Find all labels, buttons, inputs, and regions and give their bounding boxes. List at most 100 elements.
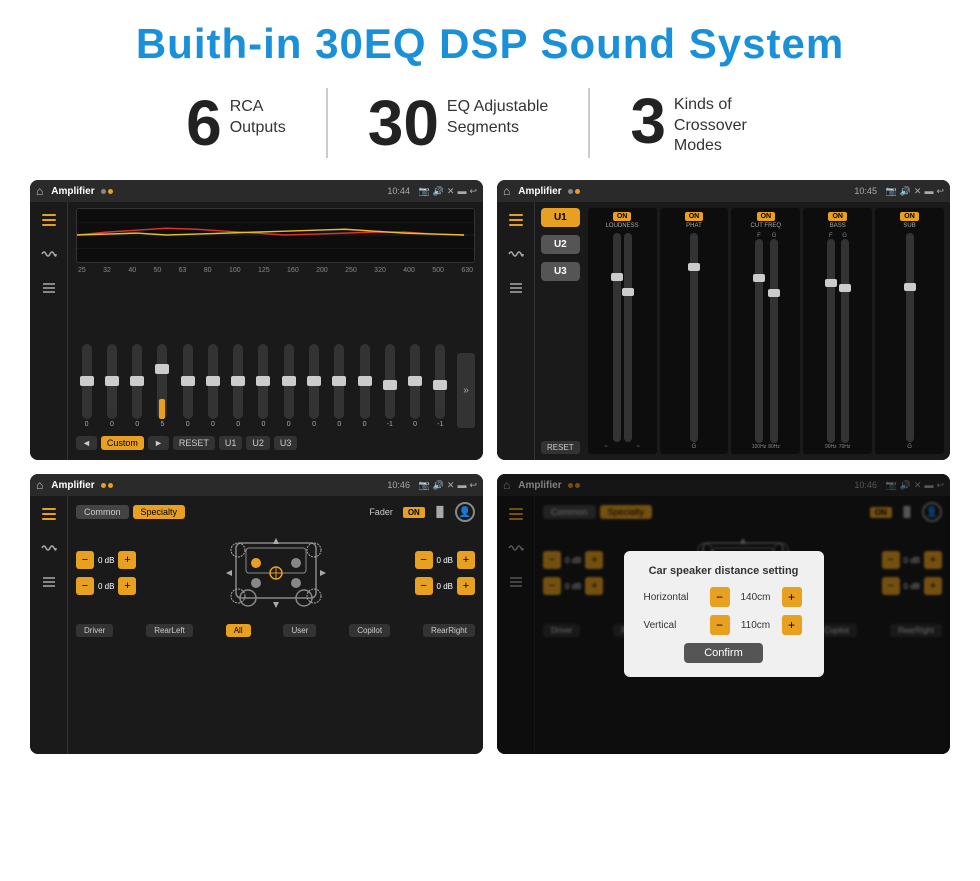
all-btn[interactable]: All bbox=[226, 624, 251, 637]
speaker-layout: − 0 dB + − 0 dB + bbox=[76, 528, 475, 618]
eq-slider-6[interactable]: 0 bbox=[228, 344, 249, 428]
vertical-minus-btn[interactable]: − bbox=[710, 615, 730, 635]
phat-slider[interactable] bbox=[690, 233, 698, 442]
eq-slider-11[interactable]: 0 bbox=[354, 344, 375, 428]
cutfreq-slider-g[interactable] bbox=[770, 239, 778, 443]
back-icon: ↩ bbox=[469, 186, 477, 197]
eq-fill bbox=[159, 399, 165, 419]
eq-forward-btn[interactable]: » bbox=[457, 353, 475, 428]
loudness-slider-2[interactable] bbox=[624, 233, 632, 442]
fader-label: Fader bbox=[369, 507, 393, 517]
eq-slider-10[interactable]: 0 bbox=[329, 344, 350, 428]
sub-slider[interactable] bbox=[906, 233, 914, 442]
camera-icon-2: 📷 bbox=[885, 186, 896, 197]
crossover-main-content: U1 U2 U3 RESET ON LOUDNESS bbox=[535, 202, 950, 460]
cross-reset-btn[interactable]: RESET bbox=[541, 441, 580, 454]
eq-slider-0[interactable]: 0 bbox=[76, 344, 97, 428]
vol-plus-fr[interactable]: + bbox=[457, 551, 475, 569]
bass-slider-f[interactable] bbox=[827, 239, 835, 443]
eq-slider-14[interactable]: -1 bbox=[430, 344, 451, 428]
fader-filter-icon[interactable] bbox=[39, 504, 59, 524]
copilot-btn[interactable]: Copilot bbox=[349, 624, 390, 637]
horizontal-minus-btn[interactable]: − bbox=[710, 587, 730, 607]
common-tab[interactable]: Common bbox=[76, 505, 129, 519]
bass-slider-g[interactable] bbox=[841, 239, 849, 443]
eq-slider-1[interactable]: 0 bbox=[101, 344, 122, 428]
fader-on-toggle[interactable]: ON bbox=[403, 507, 425, 518]
eq-custom-btn[interactable]: Custom bbox=[101, 436, 144, 450]
eq-slider-12[interactable]: -1 bbox=[379, 344, 400, 428]
cutfreq-thumb-f bbox=[753, 274, 765, 282]
user-btn[interactable]: User bbox=[283, 624, 316, 637]
speaker-distance-dialog: Car speaker distance setting Horizontal … bbox=[624, 551, 824, 677]
fader-bars: ▐▌ bbox=[433, 507, 447, 518]
eq-slider-5[interactable]: 0 bbox=[202, 344, 223, 428]
vertical-plus-btn[interactable]: + bbox=[782, 615, 802, 635]
stat-eq-number: 30 bbox=[368, 91, 439, 155]
sub-on[interactable]: ON bbox=[900, 212, 919, 221]
eq-slider-3[interactable]: 5 bbox=[152, 344, 173, 428]
cross-arrows-icon[interactable] bbox=[506, 278, 526, 298]
specialty-tab[interactable]: Specialty bbox=[133, 505, 186, 519]
fader-screen-title: Amplifier bbox=[51, 480, 94, 491]
cross-filter-icon[interactable] bbox=[506, 210, 526, 230]
u2-btn[interactable]: U2 bbox=[541, 235, 580, 254]
fader-person-icon[interactable]: 👤 bbox=[455, 502, 475, 522]
eq-u2-btn[interactable]: U2 bbox=[246, 436, 270, 450]
distance-screen-card: ⌂ Amplifier 10:46 📷 🔊 ✕ ▬ ↩ bbox=[497, 474, 950, 754]
vol-minus-rl[interactable]: − bbox=[76, 577, 94, 595]
stat-rca-label: RCA Outputs bbox=[230, 97, 286, 139]
cutfreq-label: CUT FREQ bbox=[751, 223, 782, 229]
vol-row-left-2: − 0 dB + bbox=[76, 577, 136, 595]
loudness-thumb-2 bbox=[622, 288, 634, 296]
eq-reset-btn[interactable]: RESET bbox=[173, 436, 215, 450]
eq-slider-4[interactable]: 0 bbox=[177, 344, 198, 428]
bass-panel: ON BASS F 90Hz bbox=[803, 208, 872, 454]
u3-btn[interactable]: U3 bbox=[541, 262, 580, 281]
eq-wave-icon[interactable] bbox=[39, 244, 59, 264]
cutfreq-on[interactable]: ON bbox=[757, 212, 776, 221]
eq-arrows-icon[interactable] bbox=[39, 278, 59, 298]
fader-arrows-icon[interactable] bbox=[39, 572, 59, 592]
eq-slider-8[interactable]: 0 bbox=[278, 344, 299, 428]
u1-btn[interactable]: U1 bbox=[541, 208, 580, 227]
vol-minus-fr[interactable]: − bbox=[415, 551, 433, 569]
fader-wave-icon[interactable] bbox=[39, 538, 59, 558]
eq-filter-icon[interactable] bbox=[39, 210, 59, 230]
driver-btn[interactable]: Driver bbox=[76, 624, 113, 637]
eq-u1-btn[interactable]: U1 bbox=[219, 436, 243, 450]
cross-wave-icon[interactable] bbox=[506, 244, 526, 264]
sub-label: SUB bbox=[903, 223, 915, 229]
vol-plus-rl[interactable]: + bbox=[118, 577, 136, 595]
rearright-btn[interactable]: RearRight bbox=[423, 624, 475, 637]
crossover-sidebar bbox=[497, 202, 535, 460]
vol-minus-rr[interactable]: − bbox=[415, 577, 433, 595]
loudness-on[interactable]: ON bbox=[613, 212, 632, 221]
horizontal-plus-btn[interactable]: + bbox=[782, 587, 802, 607]
vol-plus-fl[interactable]: + bbox=[118, 551, 136, 569]
loudness-slider-1[interactable] bbox=[613, 233, 621, 442]
vol-val-fl: 0 dB bbox=[98, 556, 114, 565]
cutfreq-slider-f[interactable] bbox=[755, 239, 763, 443]
bass-on[interactable]: ON bbox=[828, 212, 847, 221]
eq-slider-9[interactable]: 0 bbox=[303, 344, 324, 428]
eq-prev-btn[interactable]: ◄ bbox=[76, 436, 97, 450]
eq-slider-7[interactable]: 0 bbox=[253, 344, 274, 428]
eq-slider-13[interactable]: 0 bbox=[404, 344, 425, 428]
eq-play-btn[interactable]: ► bbox=[148, 436, 169, 450]
stat-eq-label: EQ Adjustable Segments bbox=[447, 97, 548, 139]
rearleft-btn[interactable]: RearLeft bbox=[146, 624, 193, 637]
bass-thumb-g bbox=[839, 284, 851, 292]
x-icon-2: ✕ bbox=[914, 186, 922, 197]
vol-minus-fl[interactable]: − bbox=[76, 551, 94, 569]
stat-crossover-label: Kinds of Crossover Modes bbox=[674, 95, 794, 157]
phat-on[interactable]: ON bbox=[685, 212, 704, 221]
eq-u3-btn[interactable]: U3 bbox=[274, 436, 298, 450]
fader-status-bar: ⌂ Amplifier 10:46 📷 🔊 ✕ ▬ ↩ bbox=[30, 474, 483, 496]
phat-panel: ON PHAT G bbox=[660, 208, 729, 454]
eq-slider-2[interactable]: 0 bbox=[127, 344, 148, 428]
vol-plus-rr[interactable]: + bbox=[457, 577, 475, 595]
confirm-btn[interactable]: Confirm bbox=[684, 643, 763, 663]
stat-crossover: 3 Kinds of Crossover Modes bbox=[590, 89, 834, 157]
dot6 bbox=[108, 483, 113, 488]
